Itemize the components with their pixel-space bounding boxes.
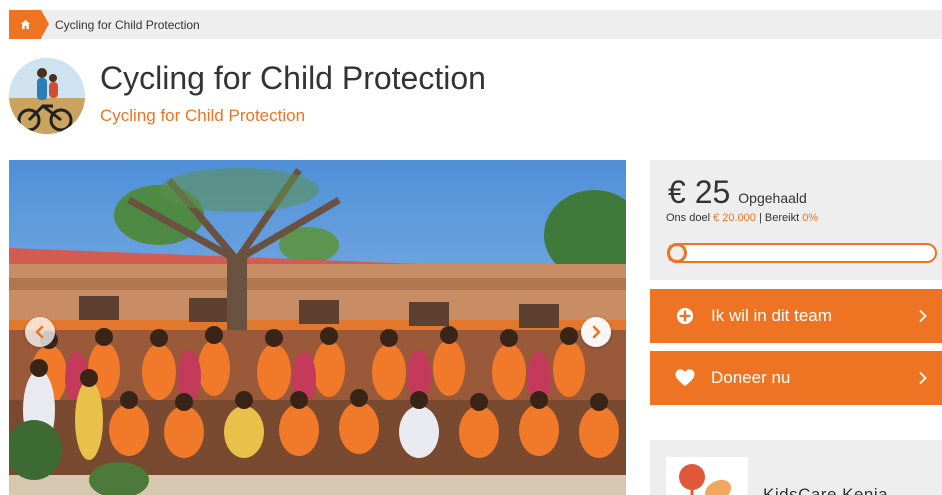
heart-icon (675, 368, 695, 388)
goal-value: € 20.000 (713, 212, 756, 224)
goal-prefix: Ons doel (666, 212, 714, 224)
organization-card[interactable]: KidsCare Kenia (650, 440, 942, 495)
page-title: Cycling for Child Protection (100, 60, 486, 96)
goal-separator: | Bereikt (755, 212, 803, 224)
donate-button[interactable]: Doneer nu (650, 351, 942, 405)
raised-value: € 25 (668, 174, 731, 210)
photo-slider[interactable] (9, 160, 626, 495)
chevron-right-icon (919, 371, 927, 385)
chevron-left-icon (35, 325, 44, 339)
chevron-right-icon (592, 325, 601, 339)
team-avatar (9, 58, 85, 134)
breadcrumb: Cycling for Child Protection (9, 10, 942, 39)
plus-circle-icon (675, 306, 695, 326)
slider-prev-button[interactable] (25, 317, 55, 347)
raised-amount: € 25 Opgehaald (668, 174, 807, 211)
page-subtitle-link[interactable]: Cycling for Child Protection (100, 106, 305, 126)
progress-knob (667, 243, 687, 263)
join-team-label: Ik wil in dit team (711, 306, 832, 325)
donate-label: Doneer nu (711, 368, 791, 387)
reached-percent: 0% (802, 212, 819, 224)
join-team-button[interactable]: Ik wil in dit team (650, 289, 942, 343)
goal-line: Ons doel € 20.000 | Bereikt 0% (666, 212, 818, 224)
organization-logo (666, 457, 748, 495)
donation-status: € 25 Opgehaald Ons doel € 20.000 | Berei… (650, 160, 942, 280)
progress-bar (667, 243, 937, 263)
raised-label: Opgehaald (738, 190, 807, 206)
organization-name[interactable]: KidsCare Kenia (763, 485, 888, 495)
chevron-right-icon (919, 309, 927, 323)
breadcrumb-home-link[interactable] (9, 10, 49, 39)
home-icon (20, 19, 30, 30)
group-photo (9, 160, 626, 495)
slider-next-button[interactable] (581, 317, 611, 347)
breadcrumb-current: Cycling for Child Protection (55, 17, 200, 32)
